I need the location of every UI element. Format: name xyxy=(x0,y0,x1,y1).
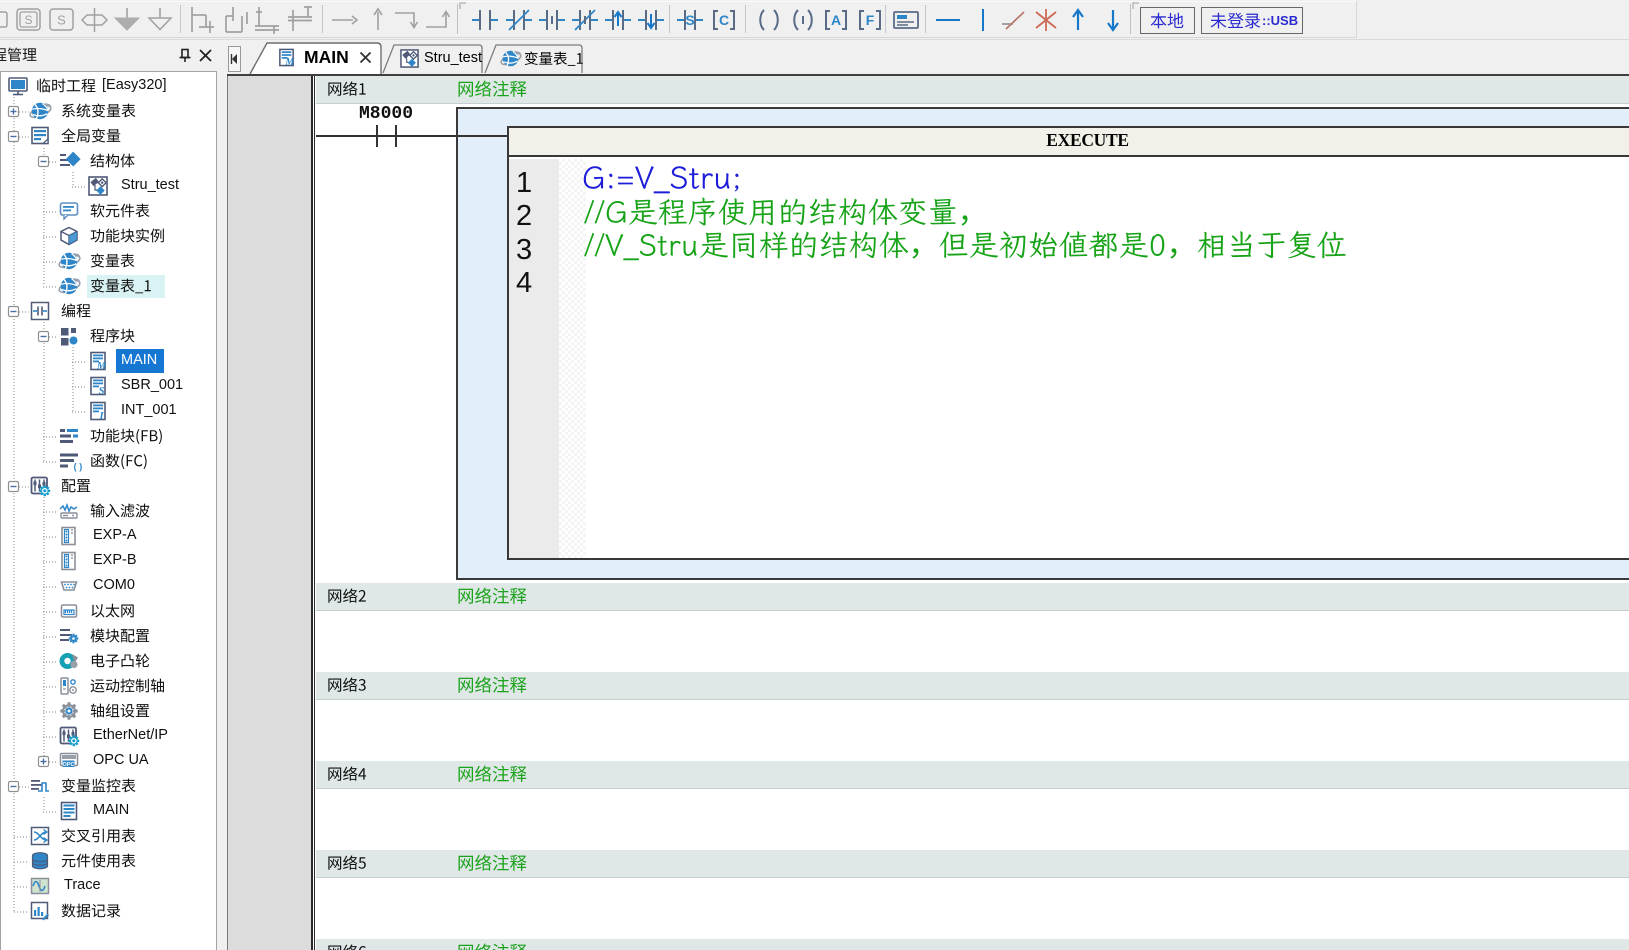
svg-text:OPC: OPC xyxy=(63,762,75,768)
svg-text:A: A xyxy=(831,12,841,28)
svg-text:S: S xyxy=(24,13,32,27)
svg-text:F: F xyxy=(866,12,875,28)
svg-text:S: S xyxy=(57,13,66,28)
svg-text:(): () xyxy=(73,463,84,473)
svg-text:M: M xyxy=(96,361,107,372)
svg-text:C: C xyxy=(719,12,729,28)
svg-text:M: M xyxy=(284,57,295,68)
svg-text:S: S xyxy=(99,386,105,397)
svg-text:S: S xyxy=(685,12,694,28)
